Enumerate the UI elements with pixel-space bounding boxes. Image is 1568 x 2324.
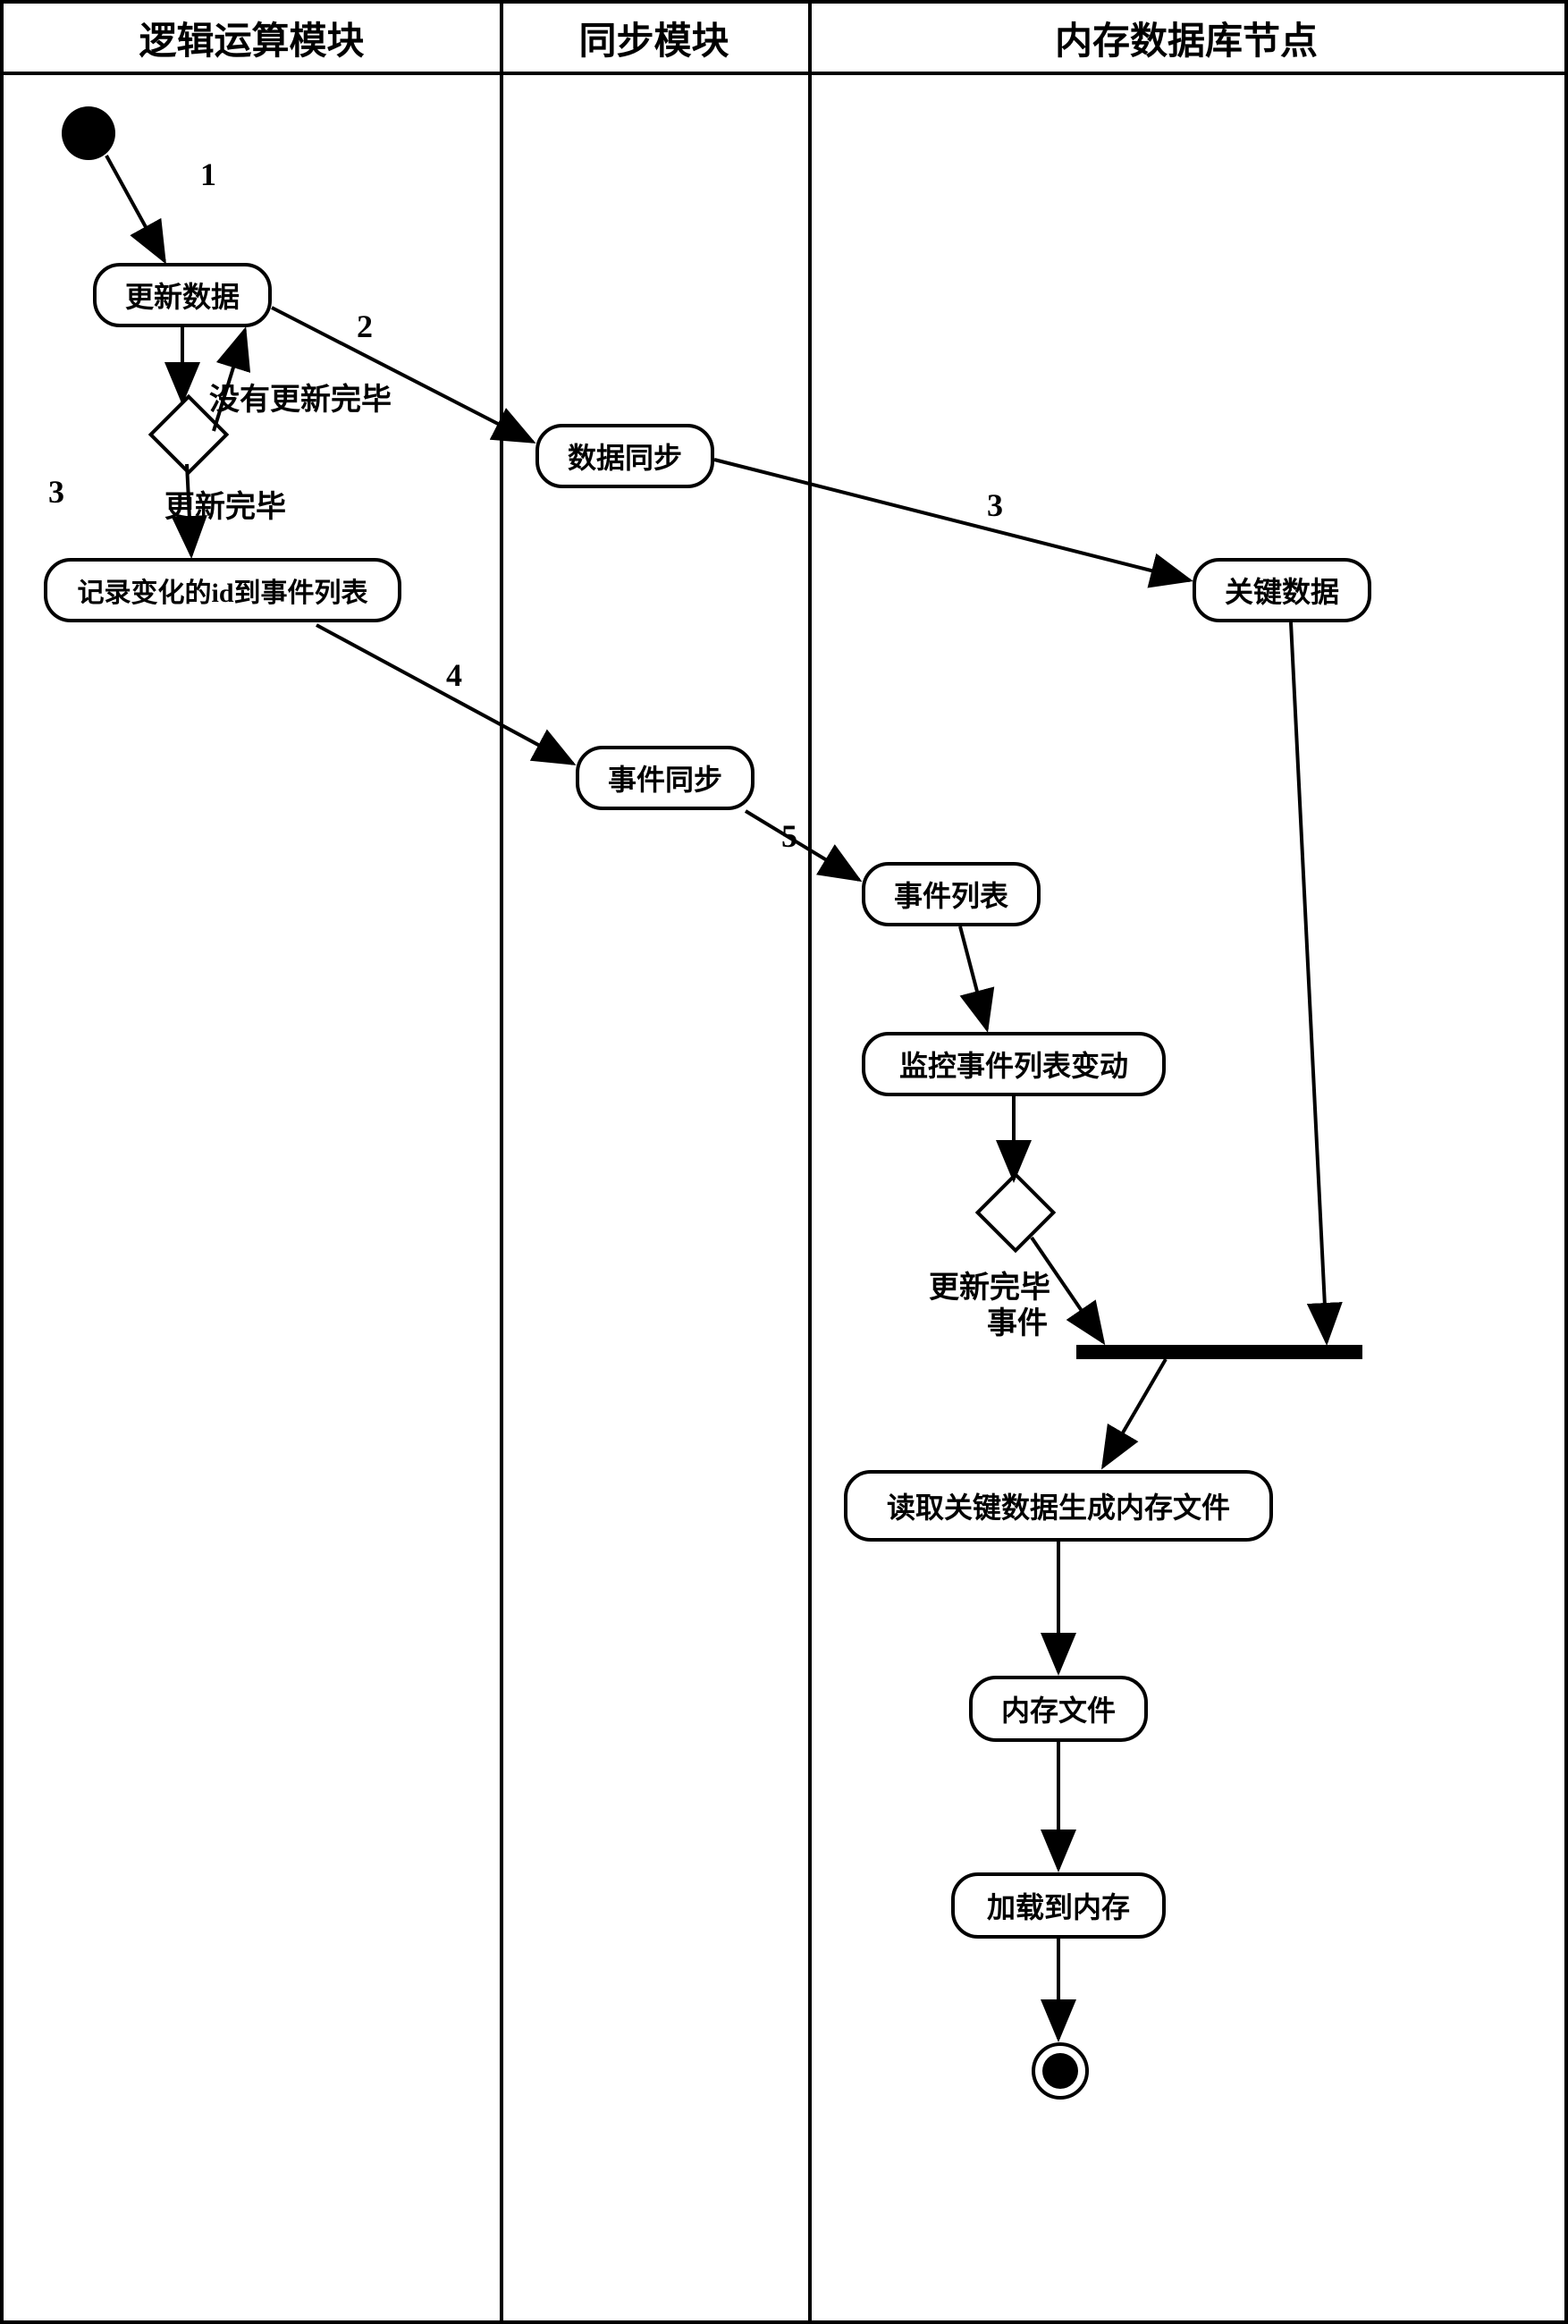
initial-node <box>62 106 115 160</box>
activity-record-change: 记录变化的id到事件列表 <box>44 558 401 622</box>
sync-bar-join <box>1076 1345 1362 1359</box>
lane-label-sync: 同步模块 <box>578 11 729 65</box>
activity-event-sync: 事件同步 <box>576 746 754 810</box>
lane-divider-1 <box>500 4 503 2320</box>
final-node <box>1032 2042 1089 2100</box>
lane-label-memdb: 内存数据库节点 <box>1055 11 1318 65</box>
activity-mem-file: 内存文件 <box>969 1676 1148 1742</box>
activity-update-data: 更新数据 <box>93 263 272 327</box>
guard-not-complete: 没有更新完毕 <box>209 375 392 418</box>
lane-header-logic: 逻辑运算模块 <box>4 4 500 75</box>
edge-label-1: 1 <box>200 156 216 193</box>
edge-label-2: 2 <box>357 308 373 345</box>
lane-divider-2 <box>808 4 812 2320</box>
lane-header-sync: 同步模块 <box>500 4 808 75</box>
arrows-svg <box>4 4 1564 2320</box>
guard-complete-event-line2: 事件 <box>987 1298 1048 1342</box>
edge-label-4: 4 <box>446 656 462 694</box>
decision-event-complete <box>975 1172 1057 1254</box>
activity-diagram: 逻辑运算模块 同步模块 内存数据库节点 更新数据 记录变化的id到事件列表 数据… <box>0 0 1568 2324</box>
activity-monitor-event: 监控事件列表变动 <box>862 1032 1166 1096</box>
guard-complete: 更新完毕 <box>164 482 286 526</box>
edge-label-3a: 3 <box>48 473 64 511</box>
activity-read-key-data: 读取关键数据生成内存文件 <box>844 1470 1273 1542</box>
edge-label-5: 5 <box>781 817 797 855</box>
lane-header-memdb: 内存数据库节点 <box>808 4 1564 75</box>
activity-load-mem: 加载到内存 <box>951 1872 1166 1939</box>
activity-data-sync: 数据同步 <box>535 424 714 488</box>
lane-label-logic: 逻辑运算模块 <box>139 11 364 65</box>
edge-label-3b: 3 <box>987 486 1003 524</box>
activity-event-list: 事件列表 <box>862 862 1041 926</box>
activity-key-data: 关键数据 <box>1193 558 1371 622</box>
